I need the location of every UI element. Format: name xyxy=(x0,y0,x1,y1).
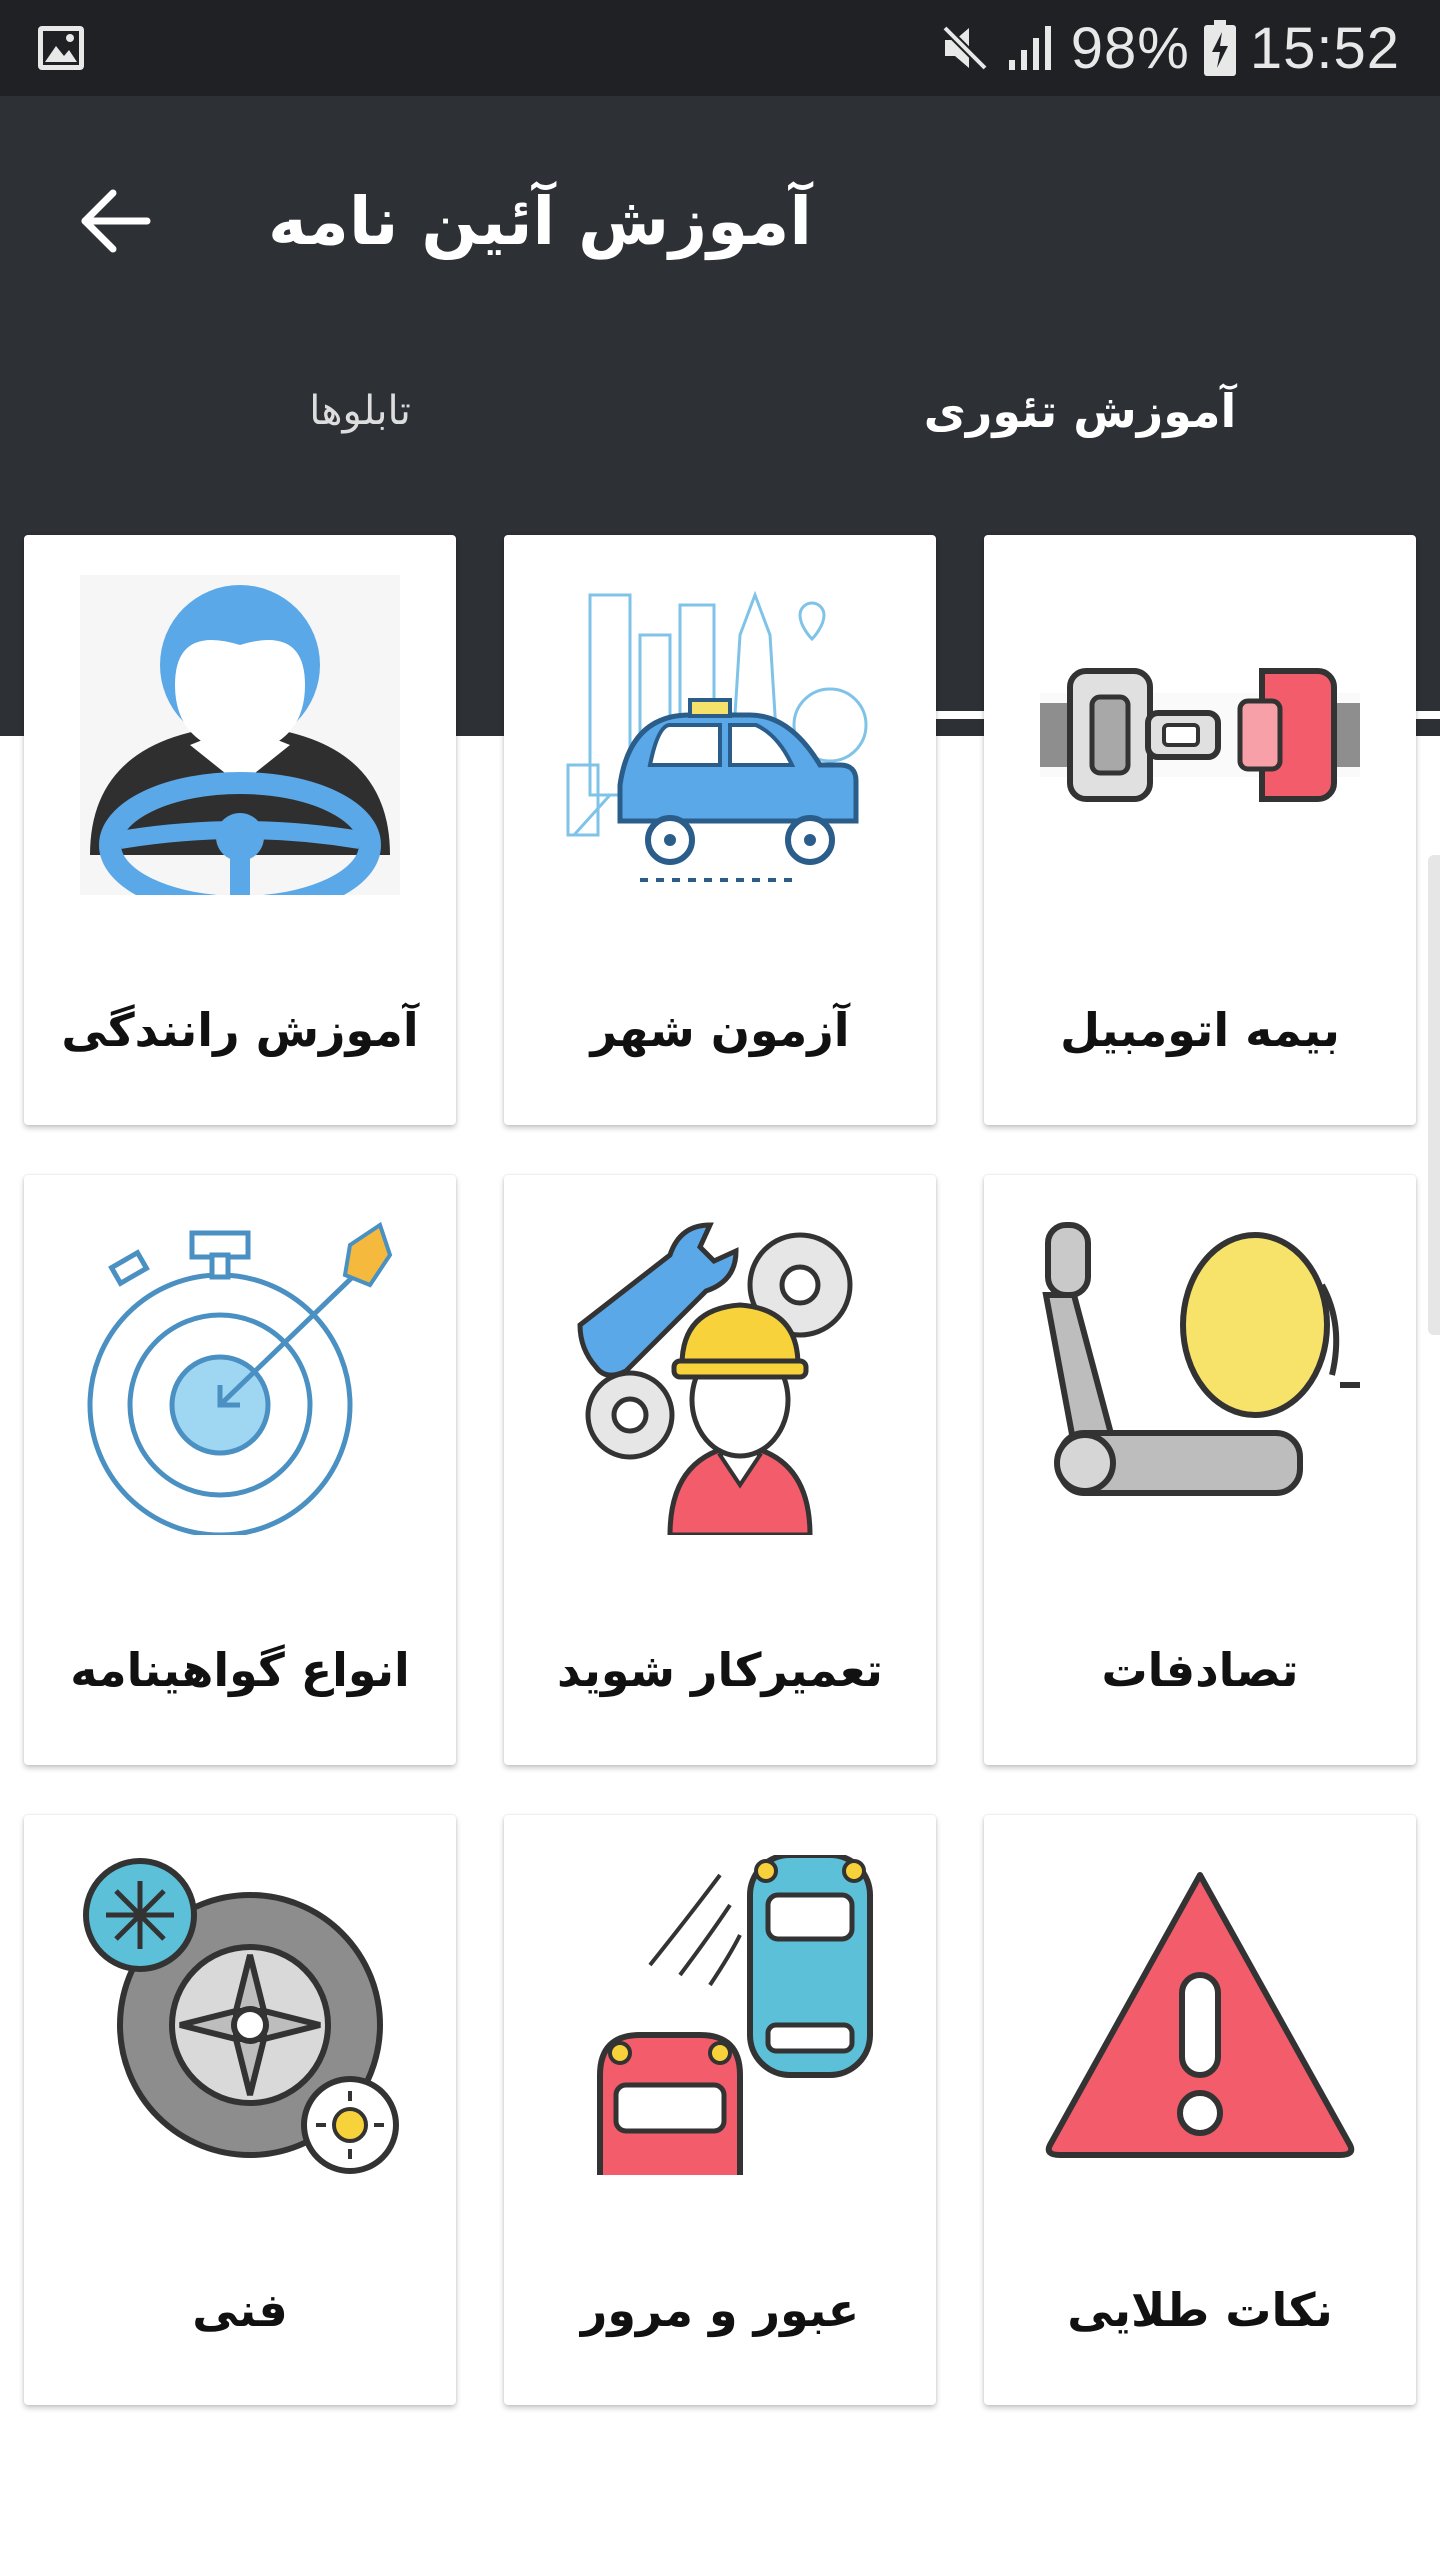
gallery-notification-icon xyxy=(38,26,84,70)
card-label: عبور و مرور xyxy=(580,2283,860,2337)
card-car-insurance[interactable]: بیمه اتومبیل xyxy=(984,535,1416,1125)
battery-charging-icon xyxy=(1203,20,1236,76)
mechanic-icon xyxy=(577,1222,853,1535)
card-label: آموزش رانندگی xyxy=(61,1003,419,1057)
card-label: نکات طلایی xyxy=(1067,2283,1333,2337)
clock: 15:52 xyxy=(1249,15,1400,81)
card-become-mechanic[interactable]: تعمیرکار شوید xyxy=(504,1175,936,1765)
card-label: انواع گواهینامه xyxy=(70,1643,410,1697)
tab-theory-training[interactable]: آموزش تئوری xyxy=(720,306,1440,516)
card-label: آزمون شهر xyxy=(590,1003,850,1057)
signal-icon xyxy=(1008,26,1051,70)
card-label: تصادفات xyxy=(1101,1643,1299,1697)
seatbelt-icon xyxy=(1040,668,1360,802)
page-title: آموزش آئین نامه xyxy=(267,182,813,260)
scrollbar[interactable] xyxy=(1428,855,1440,1335)
airbag-seat-icon xyxy=(1042,1222,1360,1496)
driver-icon xyxy=(80,575,400,895)
tab-signs[interactable]: تابلوها xyxy=(0,306,720,516)
city-car-icon xyxy=(566,590,868,882)
card-golden-tips[interactable]: نکات طلایی xyxy=(984,1815,1416,2405)
card-accidents[interactable]: تصادفات xyxy=(984,1175,1416,1765)
card-label: فنی xyxy=(192,2283,288,2337)
status-bar: 98% 15:52 xyxy=(0,0,1440,96)
traffic-cars-icon xyxy=(597,1855,873,2175)
card-license-types[interactable]: انواع گواهینامه xyxy=(24,1175,456,1765)
warning-triangle-icon xyxy=(1045,1872,1355,2158)
card-city-exam[interactable]: آزمون شهر xyxy=(504,535,936,1125)
card-label: تعمیرکار شوید xyxy=(557,1643,883,1697)
card-label: بیمه اتومبیل xyxy=(1060,1003,1340,1057)
back-button[interactable] xyxy=(60,166,170,276)
battery-percent: 98% xyxy=(1070,15,1190,81)
card-traffic[interactable]: عبور و مرور xyxy=(504,1815,936,2405)
card-driving-training[interactable]: آموزش رانندگی xyxy=(24,535,456,1125)
target-stopwatch-icon xyxy=(87,1221,393,1535)
tire-icon xyxy=(83,1858,399,2174)
tab-bar: آموزش تئوری تابلوها xyxy=(0,306,1440,719)
card-technical[interactable]: فنی xyxy=(24,1815,456,2405)
mute-icon xyxy=(941,25,988,71)
arrow-back-icon xyxy=(81,189,151,253)
